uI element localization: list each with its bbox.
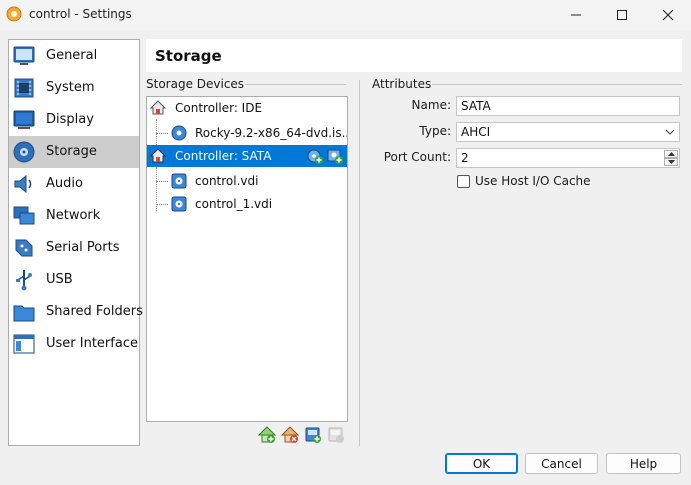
storage-icon <box>13 141 35 163</box>
window-title: control - Settings <box>29 7 132 21</box>
maximize-button[interactable] <box>599 0 645 30</box>
storage-tree[interactable]: Controller: IDE Rocky-9.2-x86_64-dvd.is.… <box>146 96 348 422</box>
sidebar-item-shared-folders[interactable]: Shared Folders <box>9 296 143 328</box>
sidebar-item-label: Storage <box>46 144 97 159</box>
tree-item-controller-ide[interactable]: Controller: IDE <box>147 97 347 119</box>
optical-disc-icon <box>171 125 187 141</box>
sidebar-item-usb[interactable]: USB <box>9 264 139 296</box>
arrow-up-icon <box>667 152 675 156</box>
user-interface-icon <box>13 334 35 354</box>
cancel-button[interactable]: Cancel <box>525 453 598 474</box>
host-io-cache-label: Use Host I/O Cache <box>475 174 591 188</box>
port-count-label: Port Count: <box>383 150 451 164</box>
controller-icon <box>150 100 166 115</box>
tree-item-label: Controller: IDE <box>175 101 263 115</box>
settings-sidebar: General System Display Storage Audio Net… <box>8 39 143 446</box>
name-field[interactable]: SATA <box>456 96 680 116</box>
add-attachment-icon[interactable] <box>304 426 322 444</box>
audio-icon <box>14 174 32 194</box>
sidebar-item-label: Audio <box>46 176 83 191</box>
close-icon <box>662 9 674 21</box>
port-count-spinbox[interactable]: 2 <box>456 148 680 168</box>
tree-item-label: control.vdi <box>195 174 259 188</box>
sidebar-item-label: Display <box>46 112 94 127</box>
hard-disk-icon <box>171 173 187 189</box>
host-io-cache-checkbox[interactable] <box>457 175 470 188</box>
sidebar-item-network[interactable]: Network <box>9 200 139 232</box>
title-bar: control - Settings <box>0 0 691 30</box>
sidebar-item-label: User Interface <box>46 336 138 351</box>
shared-folders-icon <box>13 305 35 322</box>
type-select[interactable]: AHCI <box>456 122 680 142</box>
page-header: Storage <box>146 39 682 72</box>
close-button[interactable] <box>645 0 691 30</box>
spin-up-button[interactable] <box>664 150 678 158</box>
chevron-down-icon <box>665 129 675 135</box>
sidebar-item-user-interface[interactable]: User Interface <box>9 328 139 360</box>
sidebar-item-label: General <box>46 48 98 63</box>
tree-item-disk[interactable]: control_1.vdi <box>147 193 347 215</box>
storage-devices-label: Storage Devices <box>146 77 245 91</box>
remove-attachment-icon[interactable] <box>327 426 345 444</box>
sidebar-item-label: Shared Folders <box>46 304 143 319</box>
add-optical-drive-icon[interactable] <box>307 148 323 164</box>
sidebar-item-label: Serial Ports <box>46 240 120 255</box>
usb-icon <box>16 270 32 291</box>
tree-item-controller-sata[interactable]: Controller: SATA <box>147 145 347 167</box>
minimize-button[interactable] <box>553 0 599 30</box>
attributes-label: Attributes <box>372 77 432 91</box>
sidebar-item-serial-ports[interactable]: Serial Ports <box>9 232 139 264</box>
attributes-divider <box>432 84 682 85</box>
network-icon <box>13 206 35 225</box>
arrow-down-icon <box>667 160 675 164</box>
tree-item-disk[interactable]: control.vdi <box>147 170 347 192</box>
tree-item-label: Rocky-9.2-x86_64-dvd.is... <box>195 126 348 140</box>
minimize-icon <box>571 14 581 16</box>
port-count-value: 2 <box>461 151 469 165</box>
port-count-stepper <box>664 150 678 166</box>
name-label: Name: <box>411 98 451 112</box>
tree-item-label: Controller: SATA <box>175 149 272 163</box>
hard-disk-icon <box>171 196 187 212</box>
help-button[interactable]: Help <box>606 453 681 474</box>
sidebar-item-label: System <box>46 80 95 95</box>
spin-down-button[interactable] <box>664 158 678 166</box>
sidebar-item-system[interactable]: System <box>9 72 139 104</box>
sidebar-item-display[interactable]: Display <box>9 104 139 136</box>
tree-item-optical-disk[interactable]: Rocky-9.2-x86_64-dvd.is... <box>147 122 347 144</box>
sidebar-item-audio[interactable]: Audio <box>9 168 139 200</box>
sidebar-item-general[interactable]: General <box>9 40 139 72</box>
type-label: Type: <box>419 124 451 138</box>
page-title: Storage <box>155 47 222 65</box>
panel-separator <box>359 80 360 446</box>
general-icon <box>13 46 35 65</box>
sidebar-item-label: Network <box>46 208 101 223</box>
sidebar-item-storage[interactable]: Storage <box>9 136 139 168</box>
serial-ports-icon <box>15 239 33 257</box>
add-controller-icon[interactable] <box>258 426 276 444</box>
storage-devices-divider <box>245 84 346 85</box>
display-icon <box>13 110 35 129</box>
tree-item-label: control_1.vdi <box>195 197 273 211</box>
maximize-icon <box>617 10 627 20</box>
virtualbox-app-icon <box>6 6 22 22</box>
type-select-value: AHCI <box>461 125 491 139</box>
ok-button[interactable]: OK <box>445 453 518 474</box>
add-hard-disk-icon[interactable] <box>327 148 343 164</box>
remove-controller-icon[interactable] <box>281 426 299 444</box>
system-icon <box>14 78 34 98</box>
controller-icon <box>150 148 166 163</box>
sidebar-item-label: USB <box>46 272 73 287</box>
